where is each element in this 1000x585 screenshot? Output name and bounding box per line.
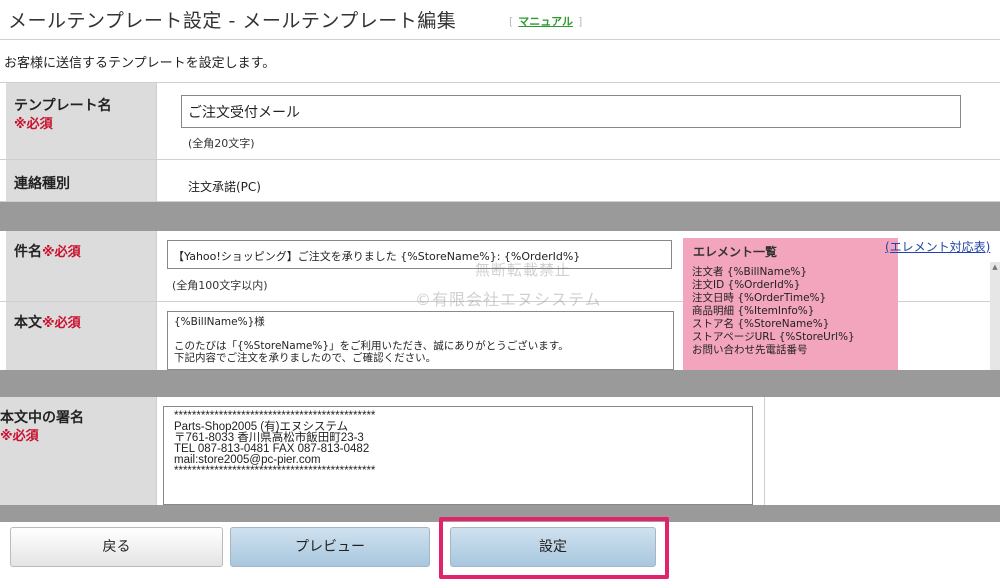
- element-item-store-url[interactable]: ストアページURL {%StoreUrl%}: [692, 331, 892, 344]
- back-button[interactable]: 戻る: [10, 527, 223, 567]
- label-cell-body: 本文※必須: [6, 302, 157, 370]
- element-item-bill-name[interactable]: 注文者 {%BillName%}: [692, 266, 892, 279]
- watermark-line-1: 無断転載禁止: [475, 261, 572, 279]
- label-cell-signature: 本文中の署名 ※必須: [0, 397, 157, 505]
- scroll-up-arrow-icon[interactable]: ▲: [990, 262, 1000, 272]
- label-body: 本文※必須: [14, 312, 81, 332]
- label-cell-contact-type: 連絡種別: [6, 160, 157, 201]
- title-bar: メールテンプレート設定 - メールテンプレート編集 [ マニュアル]: [0, 0, 1000, 40]
- subject-input[interactable]: 【Yahoo!ショッピング】ご注文を承りました {%StoreName%}: {…: [167, 240, 672, 269]
- label-contact-type: 連絡種別: [14, 176, 70, 192]
- label-cell-subject: 件名※必須: [6, 231, 157, 301]
- row-contact-type: 連絡種別 注文承諾(PC): [0, 160, 1000, 202]
- label-cell-template-name: テンプレート名 ※必須: [6, 83, 157, 159]
- required-body: ※必須: [42, 316, 81, 331]
- contact-type-value: 注文承諾(PC): [188, 180, 261, 194]
- template-name-input[interactable]: ご注文受付メール: [181, 95, 961, 128]
- row-template-name: テンプレート名 ※必須 ご注文受付メール (全角20文字): [0, 82, 1000, 160]
- element-item-store-name[interactable]: ストア名 {%StoreName%}: [692, 318, 892, 331]
- row-signature: 本文中の署名 ※必須 *****************************…: [0, 397, 1000, 505]
- element-list-scrollbar[interactable]: ▲: [990, 262, 1000, 372]
- element-item-contact-phone[interactable]: お問い合わせ先電話番号: [692, 344, 892, 357]
- element-item-item-info[interactable]: 商品明細 {%ItemInfo%}: [692, 305, 892, 318]
- label-subject-text: 件名: [14, 244, 42, 260]
- label-subject: 件名※必須: [14, 241, 81, 261]
- element-item-order-id[interactable]: 注文ID {%OrderId%}: [692, 279, 892, 292]
- element-list: 注文者 {%BillName%} 注文ID {%OrderId%} 注文日時 {…: [692, 266, 892, 357]
- body-textarea[interactable]: {%BillName%}様 このたびは「{%StoreName%}」をご利用いた…: [167, 311, 674, 370]
- preview-button[interactable]: プレビュー: [230, 527, 430, 567]
- manual-link[interactable]: マニュアル: [518, 15, 573, 28]
- label-signature: 本文中の署名: [0, 410, 84, 426]
- signature-cell-divider: [764, 397, 765, 505]
- bracket-close: ]: [577, 15, 583, 28]
- subject-hint: (全角100文字以内): [172, 279, 268, 292]
- template-name-hint: (全角20文字): [188, 137, 255, 150]
- bracket-open: [: [509, 15, 514, 28]
- required-subject: ※必須: [42, 245, 81, 260]
- separator-band-1: [0, 202, 1000, 231]
- page-title: メールテンプレート設定 - メールテンプレート編集: [8, 10, 457, 32]
- page-description: お客様に送信するテンプレートを設定します。: [4, 56, 276, 71]
- label-body-text: 本文: [14, 315, 42, 331]
- required-template-name: ※必須: [14, 117, 53, 132]
- element-table-link[interactable]: (エレメント対応表): [885, 238, 990, 255]
- required-signature: ※必須: [0, 429, 39, 444]
- signature-textarea[interactable]: ****************************************…: [163, 406, 753, 505]
- element-list-panel: エレメント一覧 注文者 {%BillName%} 注文ID {%OrderId%…: [683, 238, 898, 374]
- manual-link-wrapper: [ マニュアル]: [509, 13, 582, 29]
- separator-band-2: [0, 370, 1000, 397]
- set-button-highlight: [439, 517, 669, 579]
- element-list-title: エレメント一覧: [693, 245, 778, 259]
- watermark-line-2: ©有限会社エヌシステム: [415, 290, 602, 309]
- label-template-name: テンプレート名: [14, 98, 112, 114]
- element-item-order-time[interactable]: 注文日時 {%OrderTime%}: [692, 292, 892, 305]
